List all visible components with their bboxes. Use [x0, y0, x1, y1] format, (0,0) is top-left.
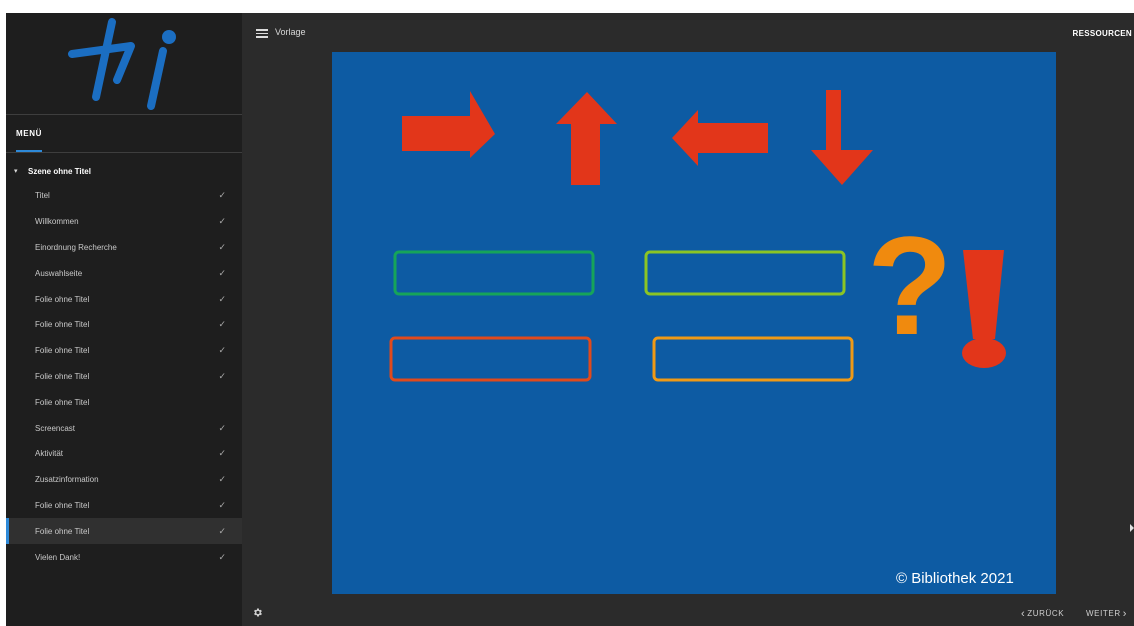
slide-list-item[interactable]: Screencast ✓	[6, 415, 242, 441]
slide-list-item[interactable]: Folie ohne Titel ✓	[6, 312, 242, 338]
slide-list-item[interactable]: Willkommen ✓	[6, 209, 242, 235]
exclamation-icon	[962, 250, 1006, 368]
course-title: Vorlage	[275, 27, 306, 37]
slide-list-item-label: Einordnung Recherche	[35, 242, 117, 252]
check-icon: ✓	[218, 525, 226, 536]
caret-down-icon: ▾	[14, 168, 18, 175]
slide-list-item[interactable]: Zusatzinformation ✓	[6, 467, 242, 493]
check-icon: ✓	[218, 190, 226, 201]
slide-list: Titel ✓ Willkommen ✓ Einordnung Recherche ✓ Au…	[6, 183, 242, 570]
slide-list-item[interactable]: Folie ohne Titel ✓	[6, 493, 242, 519]
arrow-up-icon	[556, 92, 617, 185]
arrow-down-icon	[811, 90, 873, 185]
slide-list-item[interactable]: Folie ohne Titel ✓	[6, 518, 242, 545]
slide-list-item[interactable]: Folie ohne Titel ✓	[6, 364, 242, 390]
check-icon: ✓	[218, 499, 226, 510]
slide-list-item-label: Vielen Dank!	[35, 552, 81, 562]
panel-toggle-icon[interactable]	[1130, 519, 1134, 532]
question-mark-icon: ?	[867, 207, 953, 364]
check-icon: ✓	[218, 448, 226, 459]
next-button[interactable]: WEITER ›	[1086, 607, 1127, 620]
check-icon: ✓	[218, 422, 226, 433]
slide-list-item[interactable]: Folie ohne Titel ✓	[6, 338, 242, 364]
logo	[6, 13, 242, 113]
slide-list-item[interactable]: Auswahlseite ✓	[6, 260, 242, 286]
slide-list-item[interactable]: Titel ✓	[6, 183, 242, 209]
chevron-right-icon: ›	[1122, 607, 1127, 620]
slide-list-item-label: Auswahlseite	[35, 268, 83, 278]
slide-list-item[interactable]: Folie ohne Titel	[6, 389, 242, 415]
slide-list-item-label: Folie ohne Titel	[35, 397, 90, 407]
menu-tab[interactable]: MENÜ	[16, 129, 42, 138]
check-icon: ✓	[218, 241, 226, 252]
next-label: WEITER	[1086, 609, 1121, 618]
hamburger-icon[interactable]	[256, 29, 268, 38]
prev-button[interactable]: ‹ ZURÜCK	[1021, 607, 1065, 620]
prev-label: ZURÜCK	[1027, 609, 1065, 618]
check-icon: ✓	[218, 293, 226, 304]
slide-list-item-label: Folie ohne Titel	[35, 371, 90, 381]
slide-list-item-label: Zusatzinformation	[35, 475, 99, 485]
resources-button[interactable]: RESSOURCEN	[1073, 29, 1132, 38]
scene-header[interactable]: ▾ Szene ohne Titel	[6, 163, 242, 179]
slide-list-item[interactable]: Einordnung Recherche ✓	[6, 235, 242, 261]
slide-list-item-label: Folie ohne Titel	[35, 526, 90, 536]
logo-divider	[6, 114, 242, 115]
scene-title: Szene ohne Titel	[28, 166, 91, 176]
slide-list-item-label: Willkommen	[35, 217, 79, 227]
lime-outline-box	[644, 250, 846, 296]
slide-list-item-label: Folie ohne Titel	[35, 500, 90, 510]
menu-divider	[6, 152, 242, 153]
green-outline-box	[393, 250, 595, 296]
copyright-text: © Bibliothek 2021	[896, 570, 1014, 587]
slide-canvas: ? © Bibliothek 2021	[332, 52, 1056, 594]
slide-list-item[interactable]: Aktivität ✓	[6, 441, 242, 467]
slide-list-item[interactable]: Vielen Dank! ✓	[6, 544, 242, 570]
sidebar: MENÜ ▾ Szene ohne Titel Titel ✓ Willkommen…	[6, 13, 242, 626]
slide-list-item-label: Folie ohne Titel	[35, 346, 90, 356]
slide-list-item-label: Titel	[35, 191, 50, 201]
player-window: MENÜ ▾ Szene ohne Titel Titel ✓ Willkommen…	[6, 13, 1134, 626]
orange-outline-box	[652, 336, 854, 382]
slide-list-item-label: Aktivität	[35, 449, 64, 459]
check-icon: ✓	[218, 551, 226, 562]
arrow-right-icon	[402, 91, 495, 158]
slide-list-item[interactable]: Folie ohne Titel ✓	[6, 286, 242, 312]
check-icon: ✓	[218, 319, 226, 330]
check-icon: ✓	[218, 474, 226, 485]
slide-list-item-label: Screencast	[35, 423, 76, 433]
chevron-left-icon: ‹	[1021, 607, 1026, 620]
check-icon: ✓	[218, 267, 226, 278]
arrow-left-icon	[672, 110, 768, 166]
red-outline-box	[389, 336, 592, 382]
check-icon: ✓	[218, 370, 226, 381]
slide-list-item-label: Folie ohne Titel	[35, 294, 90, 304]
check-icon: ✓	[218, 216, 226, 227]
check-icon: ✓	[218, 345, 226, 356]
gear-icon[interactable]	[252, 605, 263, 617]
slide-list-item-label: Folie ohne Titel	[35, 320, 90, 330]
